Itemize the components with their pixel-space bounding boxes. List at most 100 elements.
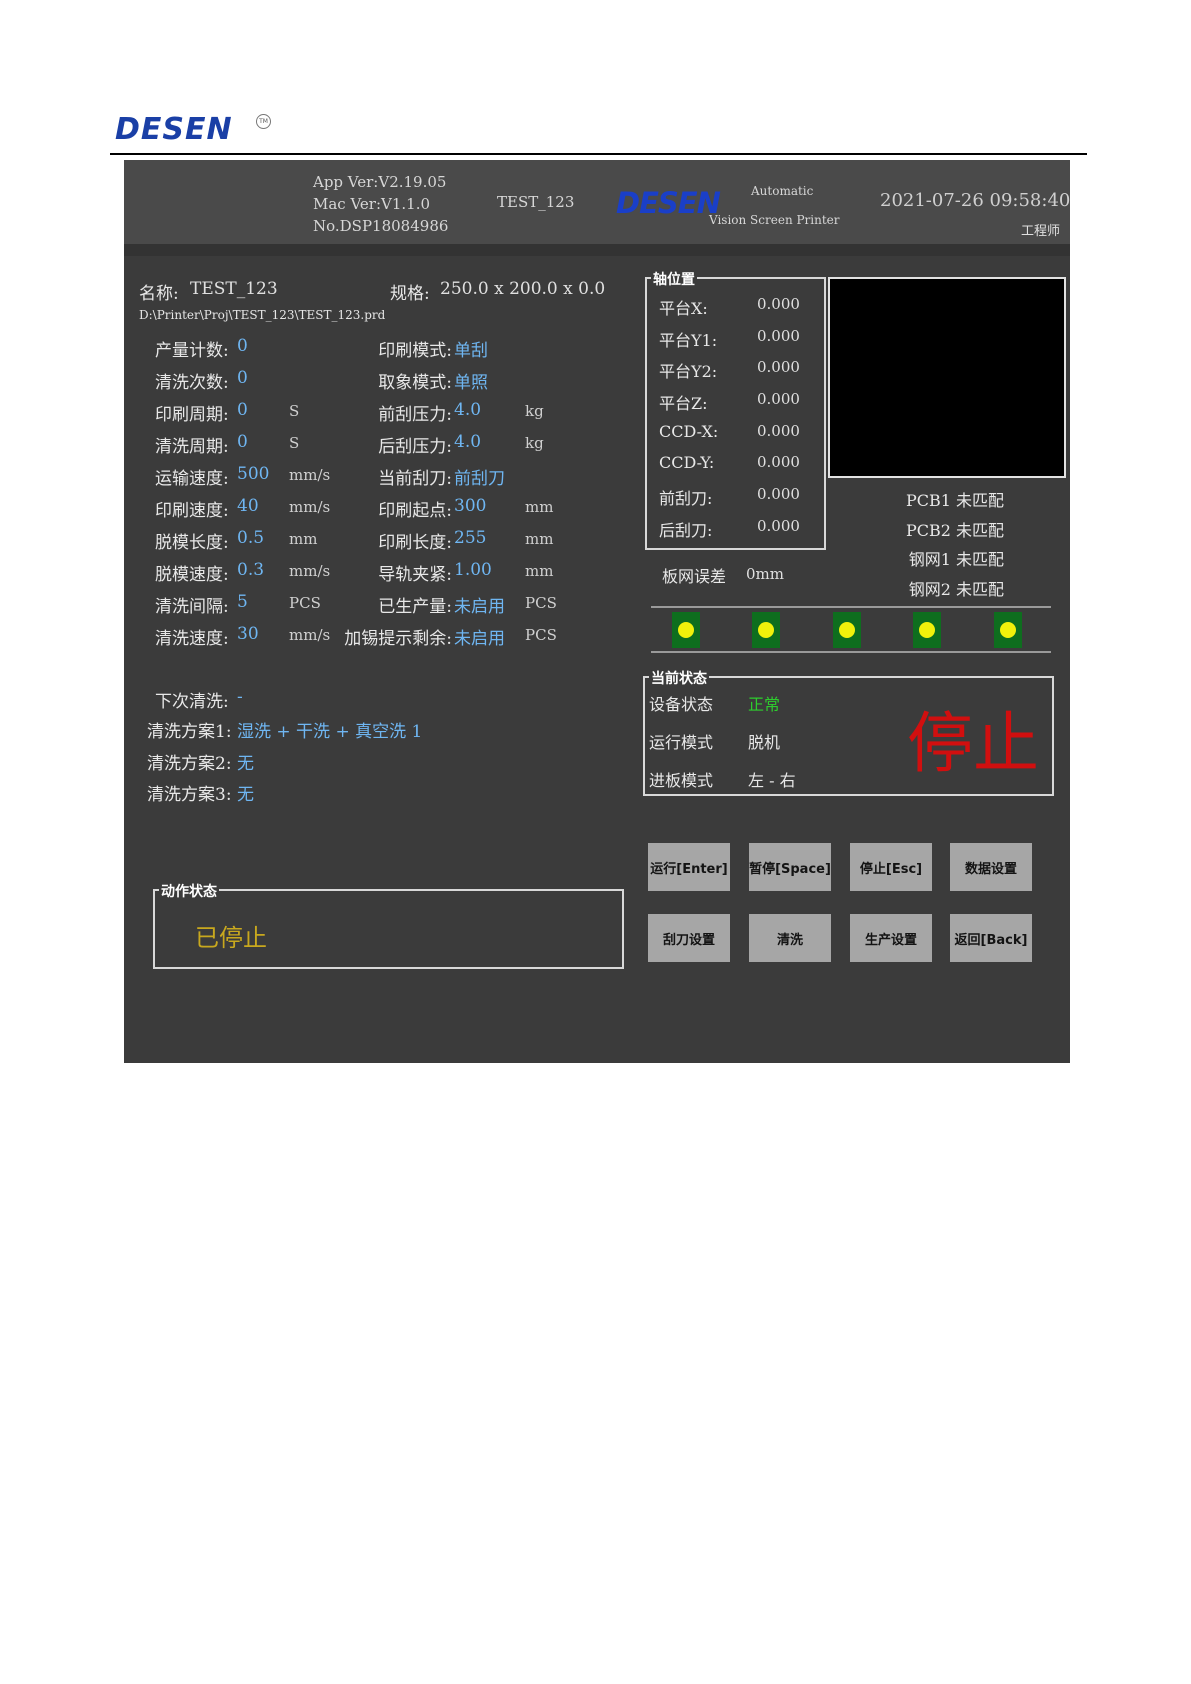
machine-state-banner: 停止 [907,705,1039,782]
param-row: 脱模长度: 0.5 mm [155,528,345,560]
axis-label: CCD-X: [659,421,719,441]
param-value: 300 [454,496,487,516]
trademark-mark: TM [256,114,271,129]
param-value: 0 [237,368,248,388]
axis-value: 0.000 [757,421,800,440]
action-status-value: 已停止 [195,924,267,952]
param-label: 印刷模式: [378,341,452,361]
param-unit: mm/s [289,562,331,580]
param-unit: kg [525,434,544,452]
match-label: 钢网1 [908,550,951,569]
led-icon [839,622,855,638]
param-label: 清洗次数: [155,373,229,393]
param-unit: S [289,402,300,420]
indicator-row [672,612,1052,652]
serial-number: No.DSP18084986 [313,217,449,235]
axis-row: 前刮刀: 0.000 [659,485,819,517]
run-mode-value: 脱机 [748,733,781,752]
pause-button[interactable]: 暂停[Space] [749,843,831,891]
param-value: 4.0 [454,400,482,420]
param-value: 5 [237,592,248,612]
offset-value: 0mm [746,565,784,583]
match-label: PCB2 [905,520,951,540]
param-row: 清洗速度: 30 mm/s [155,624,345,656]
param-unit: PCS [525,626,557,644]
param-value: 未启用 [454,629,505,649]
clean-button[interactable]: 清洗 [749,914,831,962]
param-row: 已生产量: 未启用 PCS [362,592,602,624]
param-row: 导轨夹紧: 1.00 mm [362,560,602,592]
param-label: 脱模长度: [155,533,229,553]
clean-plan-1-label: 清洗方案1: [147,722,232,742]
param-row: 印刷起点: 300 mm [362,496,602,528]
axis-label: 后刮刀: [659,520,713,540]
match-row: 钢网1 未匹配 [884,546,1004,576]
led-icon [919,622,935,638]
feed-mode-label: 进板模式 [649,771,714,790]
axis-row: 平台Y1: 0.000 [659,327,819,359]
param-label: 产量计数: [155,341,229,361]
match-value: 未匹配 [955,520,1004,540]
run-button[interactable]: 运行[Enter] [648,843,730,891]
name-value: TEST_123 [190,279,278,299]
param-label: 清洗速度: [155,629,229,649]
param-label: 取象模式: [378,373,452,393]
param-value: 1.00 [454,560,492,580]
data-settings-button[interactable]: 数据设置 [950,843,1032,891]
param-row: 印刷速度: 40 mm/s [155,496,345,528]
next-clean-value: - [237,687,243,707]
led-icon [678,622,694,638]
axis-value: 0.000 [757,390,800,409]
action-status-title: 动作状态 [159,881,219,901]
param-row: 前刮压力: 4.0 kg [362,400,602,432]
params-left: 产量计数: 0 清洗次数: 0 印刷周期: 0 S 清洗周期: 0 S 运输速度: 500 mm… [155,336,345,656]
production-settings-button[interactable]: 生产设置 [850,914,932,962]
led-icon [1000,622,1016,638]
param-row: 运输速度: 500 mm/s [155,464,345,496]
clean-plan-1-value: 湿洗 + 干洗 + 真空洗 1 [237,722,423,742]
squeegee-settings-button[interactable]: 刮刀设置 [648,914,730,962]
param-label: 运输速度: [155,469,229,489]
clean-plan-2-value: 无 [237,754,254,774]
spec-value: 250.0 x 200.0 x 0.0 [440,279,606,299]
stop-button[interactable]: 停止[Esc] [850,843,932,891]
param-unit: mm/s [289,466,331,484]
param-value: 单刮 [454,341,488,361]
param-row: 脱模速度: 0.3 mm/s [155,560,345,592]
param-value: 4.0 [454,432,482,452]
param-label: 印刷长度: [378,533,452,553]
param-row: 后刮压力: 4.0 kg [362,432,602,464]
clean-plan-3-value: 无 [237,785,254,805]
param-value: 255 [454,528,487,548]
feed-mode-value: 左 - 右 [748,771,796,790]
indicator-top-line [651,606,1051,608]
axis-value: 0.000 [757,453,800,472]
param-unit: mm [525,498,554,516]
top-bar: App Ver:V2.19.05 Mac Ver:V1.1.0 No.DSP18… [124,160,1070,244]
param-label: 印刷速度: [155,501,229,521]
axis-row: CCD-X: 0.000 [659,422,819,454]
axis-value: 0.000 [757,326,800,345]
header-rule [110,153,1087,155]
param-label: 脱模速度: [155,565,229,585]
param-row: 清洗次数: 0 [155,368,345,400]
clean-plan-3-label: 清洗方案3: [147,785,232,805]
product-line-2: Vision Screen Printer [709,213,840,227]
param-unit: PCS [289,594,321,612]
param-value: 单照 [454,373,488,393]
param-label: 加锡提示剩余: [344,629,452,649]
indicator-light-1 [672,612,700,648]
project-name: TEST_123 [497,193,575,211]
axis-position-title: 轴位置 [651,269,697,289]
axis-label: 平台X: [659,299,708,318]
param-value: 0 [237,432,248,452]
axis-value: 0.000 [757,358,800,377]
axis-label: 前刮刀: [659,489,713,509]
back-button[interactable]: 返回[Back] [950,914,1032,962]
params-right: 印刷模式: 单刮 取象模式: 单照 前刮压力: 4.0 kg 后刮压力: 4.0 kg 当前… [344,336,602,656]
axis-list: 平台X: 0.000 平台Y1: 0.000 平台Y2: 0.000 平台Z: 0.00… [659,295,819,549]
match-value: 未匹配 [955,579,1004,599]
user-role[interactable]: 工程师 [1021,220,1060,239]
camera-view [828,277,1066,478]
match-label: 钢网2 [908,579,951,599]
